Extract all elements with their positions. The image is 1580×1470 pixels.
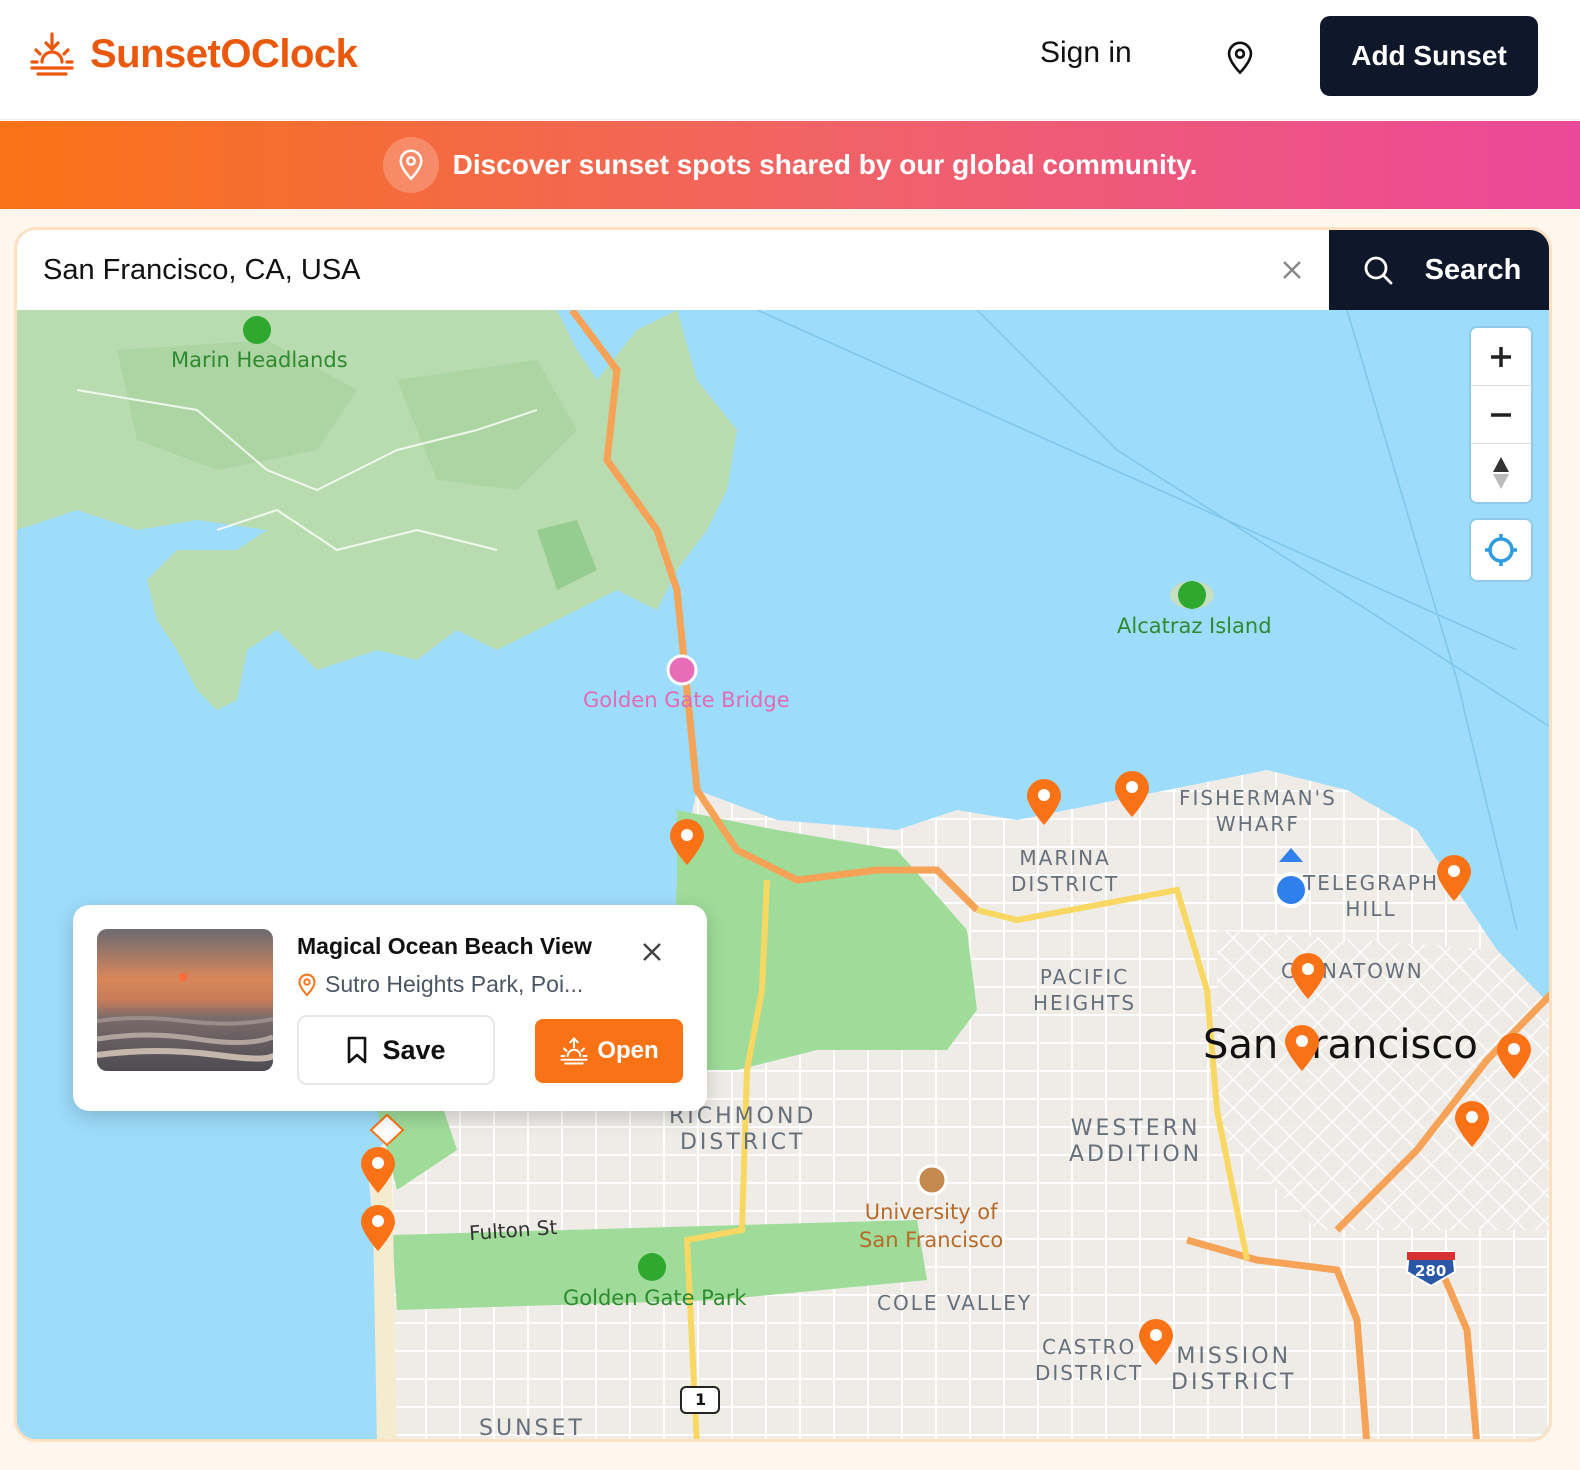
sunset-pin[interactable] [1453, 1100, 1491, 1148]
label-san-francisco: San Francisco [1203, 1022, 1478, 1068]
search-button[interactable]: Search [1329, 230, 1549, 310]
zoom-in-button[interactable] [1471, 328, 1531, 386]
label-mission-district: MISSION DISTRICT [1171, 1344, 1297, 1395]
brand-name: SunsetOClock [90, 31, 358, 76]
bookmark-icon [348, 1036, 367, 1064]
zoom-controls [1471, 328, 1531, 502]
brand-logo[interactable]: SunsetOClock [28, 30, 358, 78]
clear-search-button[interactable] [1272, 250, 1312, 290]
minus-icon [1491, 412, 1511, 417]
sunset-pin[interactable] [359, 1204, 397, 1252]
label-telegraph-hill: TELEGRAPH HILL [1303, 871, 1439, 921]
sunset-icon [560, 1037, 588, 1065]
label-cole-valley: COLE VALLEY [877, 1291, 1033, 1315]
label-golden-gate-bridge: Golden Gate Bridge [583, 688, 790, 712]
search-icon [1364, 256, 1393, 285]
zoom-out-button[interactable] [1471, 386, 1531, 444]
sunset-pin[interactable] [1435, 854, 1473, 902]
search-button-label: Search [1424, 253, 1522, 286]
plus-icon [1491, 346, 1511, 367]
sunset-pin[interactable] [1113, 770, 1151, 818]
label-castro-district: CASTRO DISTRICT [1035, 1335, 1144, 1385]
compass-button[interactable] [1471, 444, 1531, 502]
label-alcatraz: Alcatraz Island [1117, 614, 1272, 638]
label-marina-district: MARINA DISTRICT [1011, 846, 1120, 896]
sunset-pin[interactable] [668, 818, 706, 866]
label-western-addition: WESTERN ADDITION [1069, 1116, 1203, 1167]
map-card: Marin Headlands Golden Gate Bridge Alcat… [14, 227, 1552, 1442]
map-pin-icon [399, 149, 423, 181]
open-spot-button[interactable]: Open [535, 1019, 683, 1083]
sunset-pin[interactable] [1283, 1024, 1321, 1072]
sunset-logo-icon [30, 32, 74, 76]
interstate-280-shield: 280 [1415, 1262, 1447, 1280]
geolocate-button[interactable] [1471, 520, 1531, 580]
sunset-pin[interactable] [1289, 952, 1327, 1000]
spot-location: Sutro Heights Park, Poi... [297, 971, 583, 998]
sunset-pin[interactable] [1025, 778, 1063, 826]
community-banner: Discover sunset spots shared by our glob… [0, 121, 1580, 209]
sunset-pin[interactable] [1495, 1032, 1533, 1080]
save-spot-button[interactable]: Save [297, 1015, 495, 1085]
banner-text: Discover sunset spots shared by our glob… [452, 149, 1198, 180]
crosshair-icon [1485, 534, 1517, 566]
close-popup-button[interactable] [635, 935, 669, 969]
label-golden-gate-park: Golden Gate Park [563, 1286, 747, 1310]
location-search-bar: Search [17, 230, 1549, 310]
label-marin-headlands: Marin Headlands [171, 348, 348, 372]
spot-title: Magical Ocean Beach View [297, 933, 592, 959]
label-fishermans-wharf: FISHERMAN'S WHARF [1179, 786, 1337, 836]
sunset-pin[interactable] [359, 1146, 397, 1194]
sign-in-link[interactable]: Sign in [1040, 36, 1132, 70]
banner-icon-wrap [382, 137, 439, 193]
label-richmond-district: RICHMOND DISTRICT [669, 1104, 817, 1155]
label-pacific-heights: PACIFIC HEIGHTS [1033, 965, 1137, 1015]
app-header: SunsetOClock Sign in Add Sunset [0, 0, 1580, 120]
location-button[interactable] [1218, 36, 1262, 80]
map-section: Marin Headlands Golden Gate Bridge Alcat… [0, 209, 1580, 1470]
spot-thumbnail[interactable] [97, 929, 273, 1071]
sunset-pin[interactable] [1137, 1318, 1175, 1366]
map-pin-icon [1227, 41, 1253, 75]
add-sunset-button[interactable]: Add Sunset [1320, 16, 1538, 96]
label-sunset: SUNSET [479, 1416, 585, 1441]
location-search-input[interactable] [17, 230, 1329, 310]
close-icon [1283, 261, 1301, 279]
highway-1-shield: 1 [695, 1390, 707, 1409]
spot-location-text: Sutro Heights Park, Poi... [325, 971, 584, 997]
close-icon [643, 943, 661, 961]
map-pin-icon [298, 973, 316, 996]
spot-popup: Magical Ocean Beach View Sutro Heights P… [73, 905, 707, 1111]
open-label: Open [597, 1037, 659, 1064]
save-label: Save [382, 1034, 446, 1065]
compass-icon [1493, 457, 1509, 489]
label-usf: University of San Francisco [859, 1200, 1004, 1252]
